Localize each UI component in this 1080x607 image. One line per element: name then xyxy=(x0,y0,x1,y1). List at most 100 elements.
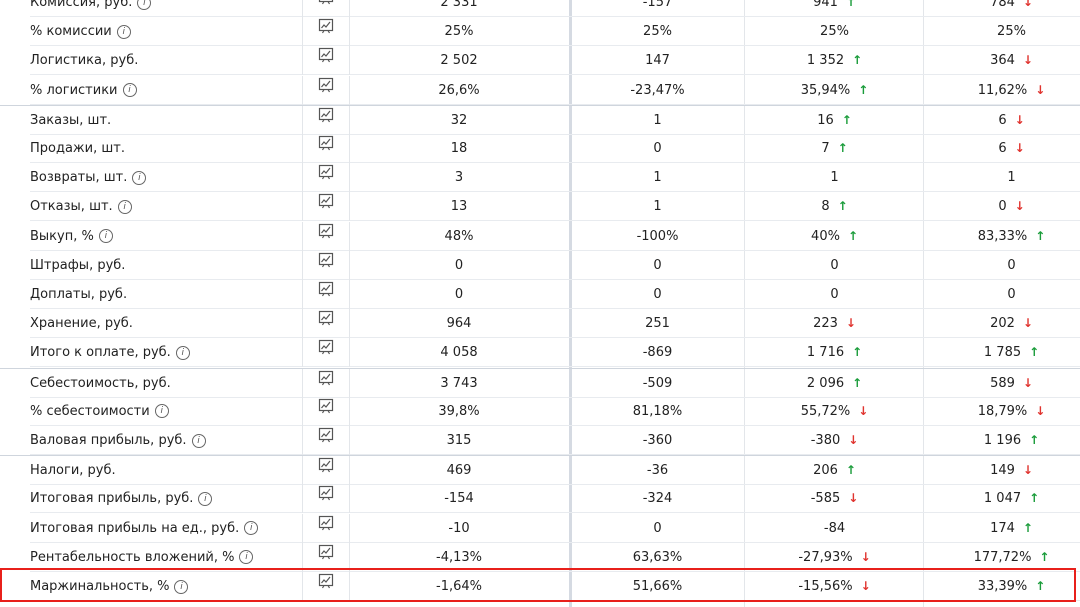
chart-button[interactable] xyxy=(302,46,350,76)
value-cell: 2 331 xyxy=(349,0,569,17)
chart-button[interactable] xyxy=(302,572,350,601)
chart-button[interactable] xyxy=(302,484,350,514)
chart-button[interactable] xyxy=(302,513,350,543)
chart-icon xyxy=(318,455,334,484)
cell-value: 63,63% xyxy=(632,549,683,565)
cell-value: 18,79% xyxy=(977,403,1028,419)
row-label: Валовая прибыль, руб. i xyxy=(30,426,300,455)
cell-value: -27,93% xyxy=(798,549,853,565)
chart-button[interactable] xyxy=(302,426,350,455)
table-row: % логистики i 26,6% -23,47% 35,94% ↑ 11,62% ↓ xyxy=(0,75,1080,105)
cell-value: 0 xyxy=(1007,257,1016,273)
value-cell: 1 xyxy=(571,192,744,221)
arrow-down-icon: ↓ xyxy=(1022,0,1033,9)
chart-button[interactable] xyxy=(302,455,350,486)
value-cell: 3 xyxy=(349,163,569,192)
info-icon[interactable]: i xyxy=(174,579,189,594)
cell-value: -324 xyxy=(642,491,673,507)
chart-button[interactable] xyxy=(302,280,350,309)
arrow-down-icon: ↓ xyxy=(1022,316,1033,331)
cell-value: 251 xyxy=(645,316,670,332)
cell-value: -84 xyxy=(823,520,846,536)
value-cell: 174 ↑ xyxy=(925,514,1080,543)
info-icon[interactable]: i xyxy=(132,170,147,185)
cell-value: -23,47% xyxy=(630,82,685,98)
chart-button[interactable] xyxy=(302,134,350,163)
cell-value: 16 xyxy=(817,112,834,128)
chart-button[interactable] xyxy=(302,75,350,105)
row-label: Налоги, руб. xyxy=(30,456,300,485)
info-icon[interactable]: i xyxy=(244,521,259,536)
cell-value: 147 xyxy=(645,53,670,69)
value-cell: 83,33% ↑ xyxy=(925,222,1080,251)
value-cell: 206 ↑ xyxy=(746,456,923,485)
value-cell: 81,18% xyxy=(571,397,744,426)
info-icon[interactable]: i xyxy=(175,345,190,360)
info-icon[interactable]: i xyxy=(117,199,132,214)
chart-button[interactable] xyxy=(302,221,350,251)
row-label-text: Налоги, руб. xyxy=(30,463,116,479)
arrow-down-icon: ↓ xyxy=(848,491,859,506)
info-icon[interactable]: i xyxy=(191,433,206,448)
table-row: Валовая прибыль, руб. i 315 -360 -380 ↓ 1 196 ↑ xyxy=(0,426,1080,455)
arrow-down-icon: ↓ xyxy=(1014,141,1025,155)
info-icon[interactable]: i xyxy=(137,0,152,10)
value-cell: 2 502 xyxy=(349,46,569,75)
value-cell: 1 047 ↑ xyxy=(925,484,1080,513)
table-row: Возвраты, шт. i 3 1 1 1 xyxy=(0,163,1080,193)
row-label-text: % себестоимости xyxy=(30,403,150,419)
cell-value: 2 331 xyxy=(440,0,478,10)
cell-value: 174 xyxy=(990,520,1015,536)
table-row: % себестоимости i 39,8% 81,18% 55,72% ↓ 18,79%… xyxy=(0,396,1080,426)
info-icon[interactable]: i xyxy=(122,83,137,98)
cell-value: 1 716 xyxy=(806,345,845,361)
chart-icon xyxy=(318,279,334,308)
info-icon[interactable]: i xyxy=(198,491,213,506)
row-label: Возвраты, шт. i xyxy=(30,163,300,192)
chart-button[interactable] xyxy=(302,368,350,398)
value-cell: 48% xyxy=(349,222,569,251)
cell-value: 1 xyxy=(653,112,662,128)
chart-button[interactable] xyxy=(302,250,350,280)
cell-value: -154 xyxy=(444,491,474,507)
row-label-text: Маржинальность, % xyxy=(30,579,170,594)
chart-icon xyxy=(318,542,334,571)
row-label: % логистики i xyxy=(30,76,300,105)
chart-button[interactable] xyxy=(302,396,350,426)
value-cell: -1,64% xyxy=(349,572,569,601)
info-icon[interactable]: i xyxy=(116,24,131,39)
info-icon[interactable]: i xyxy=(154,404,169,419)
cell-value: 2 502 xyxy=(440,53,478,69)
value-cell: 0 xyxy=(349,251,569,280)
info-icon[interactable]: i xyxy=(98,229,113,244)
arrow-down-icon: ↓ xyxy=(848,433,859,447)
cell-value: -15,56% xyxy=(798,579,853,594)
chart-button[interactable] xyxy=(302,163,350,193)
value-cell: 149 ↓ xyxy=(925,456,1080,485)
cell-value: 6 xyxy=(998,112,1007,128)
chart-button[interactable] xyxy=(302,105,350,135)
chart-button[interactable] xyxy=(302,0,350,17)
chart-button[interactable] xyxy=(302,192,350,222)
row-label-text: Итоговая прибыль на ед., руб. xyxy=(30,520,240,536)
value-cell: 55,72% ↓ xyxy=(746,397,923,426)
info-icon[interactable]: i xyxy=(239,550,254,565)
value-cell: 0 xyxy=(349,280,569,309)
cell-value: 206 xyxy=(813,463,838,479)
value-cell: 1 785 ↑ xyxy=(925,338,1080,367)
row-label-text: % логистики xyxy=(30,82,118,98)
value-cell: 0 xyxy=(746,251,923,280)
value-cell: 1 xyxy=(571,163,744,192)
chart-button[interactable] xyxy=(302,542,350,572)
cell-value: 35,94% xyxy=(800,82,851,98)
chart-button[interactable] xyxy=(302,309,350,339)
value-cell: 364 ↓ xyxy=(925,46,1080,75)
value-cell: -36 xyxy=(571,456,744,485)
value-cell: 1 xyxy=(925,163,1080,192)
chart-button[interactable] xyxy=(302,17,350,47)
table-row: Итого к оплате, руб. i 4 058 -869 1 716 ↑ 1 78… xyxy=(0,338,1080,368)
arrow-down-icon: ↓ xyxy=(1014,199,1025,214)
cell-value: 83,33% xyxy=(977,228,1028,244)
chart-button[interactable] xyxy=(302,338,350,368)
value-cell: 33,39% ↑ xyxy=(925,572,1080,601)
